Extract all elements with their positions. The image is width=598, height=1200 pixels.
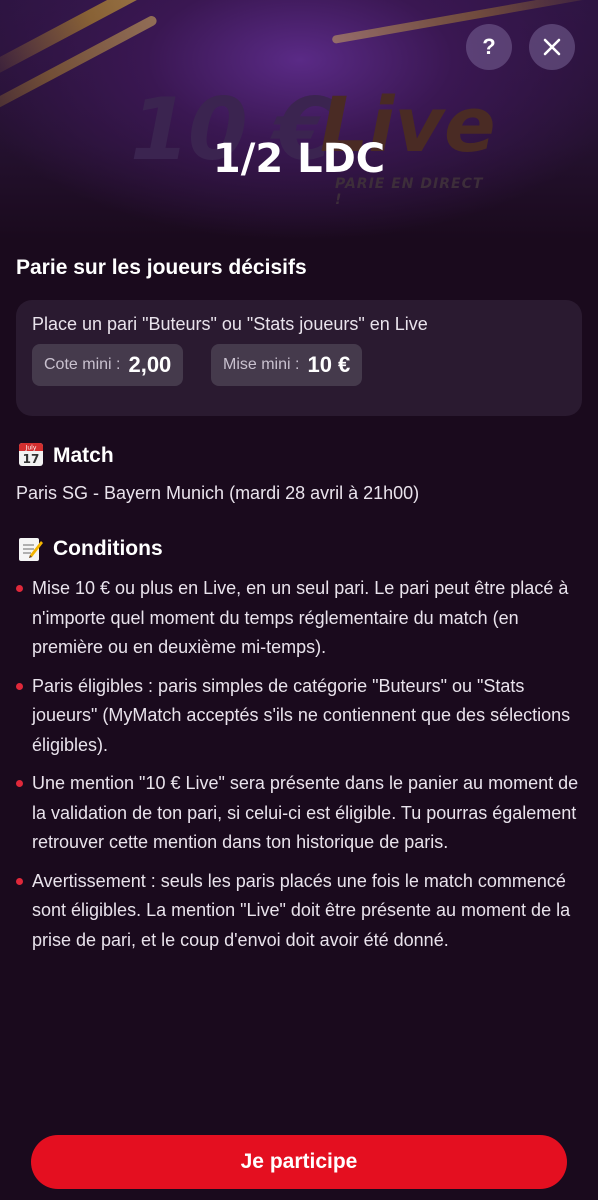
- offer-heading: Parie sur les joueurs décisifs: [16, 256, 307, 279]
- conditions-heading: Conditions: [53, 537, 163, 560]
- condition-item: Une mention "10 € Live" sera présente da…: [16, 769, 582, 858]
- condition-item: Avertissement : seuls les paris placés u…: [16, 867, 582, 956]
- min-stake-label: Mise mini :: [223, 356, 300, 373]
- page-title: 1/2 LDC: [212, 136, 386, 182]
- question-icon: ?: [482, 34, 496, 59]
- memo-icon: [19, 538, 43, 561]
- calendar-icon: July 17: [19, 443, 43, 466]
- min-stake-chip: Mise mini : 10 €: [211, 344, 363, 386]
- promo-screen: 10 € Live PARIE EN DIRECT ! 1/2 LDC ? Pa…: [0, 0, 598, 1200]
- condition-item: Mise 10 € ou plus en Live, en un seul pa…: [16, 574, 582, 663]
- min-odds-chip: Cote mini : 2,00: [32, 344, 184, 386]
- calendar-month: July: [25, 445, 37, 452]
- offer-description: Place un pari "Buteurs" ou "Stats joueur…: [32, 314, 428, 334]
- calendar-day: 17: [23, 452, 40, 466]
- min-odds-label: Cote mini :: [44, 356, 121, 373]
- min-stake-value: 10 €: [307, 352, 351, 377]
- help-button[interactable]: ?: [466, 24, 512, 70]
- condition-item: Paris éligibles : paris simples de catég…: [16, 672, 582, 761]
- match-heading: Match: [53, 444, 114, 467]
- offer-card: Place un pari "Buteurs" ou "Stats joueur…: [16, 300, 582, 416]
- close-icon: [543, 38, 561, 56]
- close-button[interactable]: [529, 24, 575, 70]
- match-details: Paris SG - Bayern Munich (mardi 28 avril…: [16, 483, 420, 503]
- participate-button[interactable]: Je participe: [31, 1135, 567, 1189]
- min-odds-value: 2,00: [128, 352, 172, 377]
- conditions-list: Mise 10 € ou plus en Live, en un seul pa…: [16, 574, 582, 964]
